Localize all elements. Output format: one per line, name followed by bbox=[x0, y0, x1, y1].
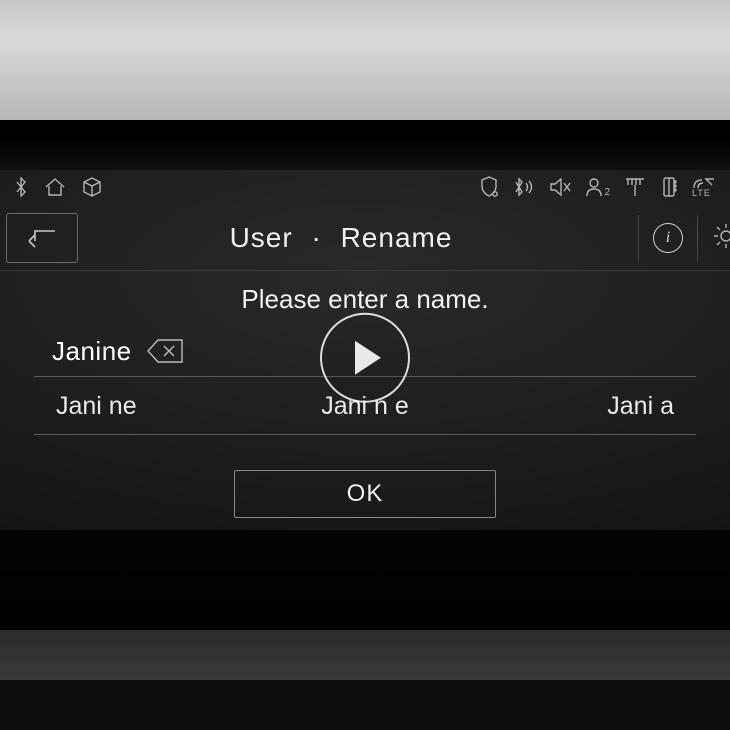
settings-button[interactable] bbox=[712, 222, 730, 255]
status-right: 2 LTE bbox=[479, 176, 716, 198]
suggestion-3[interactable]: Jani a bbox=[468, 392, 674, 421]
phone-signal-icon bbox=[660, 177, 678, 197]
lte-icon: LTE bbox=[692, 177, 716, 198]
info-icon: i bbox=[666, 229, 670, 247]
video-play-button[interactable] bbox=[320, 313, 410, 403]
breadcrumb: User · Rename bbox=[58, 222, 624, 254]
divider bbox=[0, 270, 730, 271]
status-left bbox=[14, 177, 102, 197]
ok-button[interactable]: OK bbox=[234, 470, 496, 518]
mute-icon bbox=[549, 177, 571, 197]
header: User · Rename i bbox=[0, 208, 730, 268]
suggestion-1[interactable]: Jani ne bbox=[56, 392, 262, 421]
play-icon bbox=[355, 341, 381, 375]
divider bbox=[638, 215, 639, 261]
bezel bbox=[0, 120, 730, 170]
gear-icon bbox=[712, 222, 730, 250]
info-button[interactable]: i bbox=[653, 223, 683, 253]
bluetooth-icon bbox=[14, 177, 28, 197]
cube-icon bbox=[82, 177, 102, 197]
back-arrow-icon bbox=[25, 227, 59, 249]
user-badge-number: 2 bbox=[604, 187, 610, 198]
header-actions: i bbox=[624, 215, 730, 261]
backspace-button[interactable] bbox=[146, 338, 186, 364]
bluetooth-signal-icon bbox=[513, 177, 535, 197]
shield-location-icon bbox=[479, 176, 499, 198]
device-frame: 2 LTE User bbox=[0, 0, 730, 730]
status-bar: 2 LTE bbox=[0, 170, 730, 204]
ok-label: OK bbox=[347, 480, 384, 508]
user-badge-icon: 2 bbox=[585, 176, 610, 198]
name-input-value: Janine bbox=[34, 336, 132, 367]
backspace-icon bbox=[146, 338, 186, 364]
home-icon bbox=[44, 178, 66, 196]
breadcrumb-rename: Rename bbox=[341, 222, 453, 253]
breadcrumb-user: User bbox=[230, 222, 293, 253]
lte-label: LTE bbox=[692, 188, 711, 198]
divider bbox=[697, 215, 698, 261]
antenna-icon bbox=[624, 177, 646, 197]
breadcrumb-separator: · bbox=[301, 222, 331, 253]
prompt-text: Please enter a name. bbox=[0, 284, 730, 315]
